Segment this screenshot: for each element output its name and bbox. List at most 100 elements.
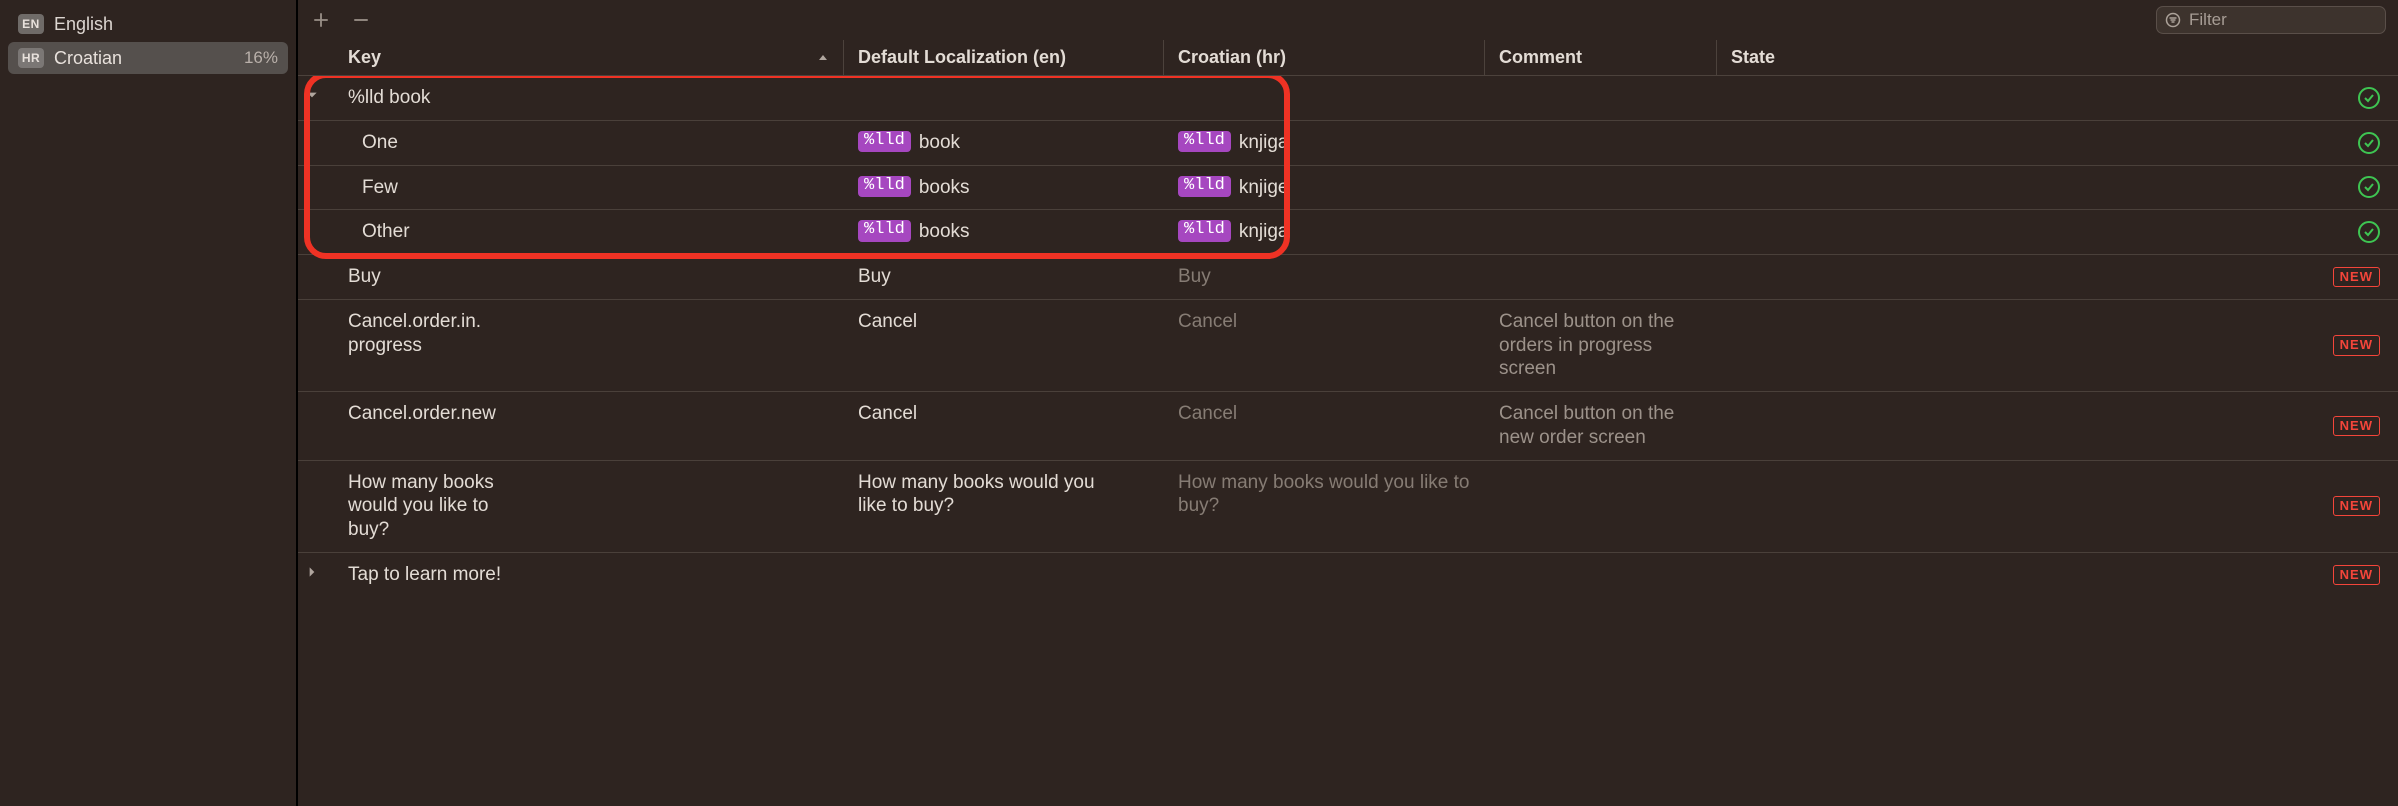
filter-icon: [2165, 12, 2181, 28]
table-row[interactable]: Cancel.order.in.progress Cancel Cancel C…: [298, 300, 2398, 392]
target-cell[interactable]: %lld knjiga: [1164, 210, 1485, 254]
format-token: %lld: [1178, 176, 1231, 198]
key-cell: Few: [334, 166, 844, 210]
format-token: %lld: [858, 176, 911, 198]
default-text: books: [919, 220, 970, 244]
table-row[interactable]: %lld book: [298, 76, 2398, 121]
key-cell: Cancel.order.in.progress: [334, 300, 504, 391]
plural-group: %lld book One: [298, 76, 2398, 255]
remove-button[interactable]: [350, 11, 372, 29]
comment-cell: [1485, 461, 1717, 552]
state-ok-icon: [2358, 221, 2380, 243]
table-row[interactable]: Cancel.order.new Cancel Cancel Cancel bu…: [298, 392, 2398, 461]
col-key[interactable]: Key: [334, 40, 844, 75]
key-text: Cancel.order.in.progress: [348, 310, 490, 358]
sidebar-item-label: Croatian: [54, 48, 244, 69]
target-text: knjiga: [1239, 220, 1289, 244]
table-header: Key Default Localization (en) Croatian (…: [298, 40, 2398, 76]
add-button[interactable]: [310, 11, 332, 29]
sidebar-item-label: English: [54, 14, 278, 35]
format-token: %lld: [858, 131, 911, 153]
col-label: Croatian (hr): [1178, 47, 1286, 68]
chevron-right-icon[interactable]: [305, 565, 321, 579]
format-token: %lld: [1178, 131, 1231, 153]
default-cell: %lld book: [844, 121, 1164, 165]
key-cell: Cancel.order.new: [334, 392, 844, 460]
key-text: Other: [362, 220, 410, 244]
key-cell: Buy: [334, 255, 844, 299]
state-new-badge: NEW: [2333, 335, 2380, 355]
table-body: %lld book One: [298, 76, 2398, 806]
state-new-badge: NEW: [2333, 416, 2380, 436]
app-root: EN English HR Croatian 16%: [0, 0, 2398, 806]
language-sidebar: EN English HR Croatian 16%: [0, 0, 298, 806]
default-cell: %lld books: [844, 210, 1164, 254]
filter-field[interactable]: [2156, 6, 2386, 34]
table-row[interactable]: One %lld book %lld knjiga: [298, 121, 2398, 166]
chevron-down-icon[interactable]: [305, 88, 321, 102]
sidebar-item-english[interactable]: EN English: [8, 8, 288, 40]
key-text: Tap to learn more!: [348, 563, 501, 587]
target-cell[interactable]: Cancel: [1164, 300, 1485, 391]
key-text: Cancel.order.new: [348, 402, 496, 426]
target-cell[interactable]: %lld knjige: [1164, 166, 1485, 210]
target-text: Buy: [1178, 265, 1211, 289]
lang-badge-en: EN: [18, 14, 44, 34]
col-label: State: [1731, 47, 1775, 68]
default-cell: How many books would you like to buy?: [844, 461, 1124, 552]
format-token: %lld: [858, 220, 911, 242]
state-new-badge: NEW: [2333, 267, 2380, 287]
key-cell: How many books would you like to buy?: [334, 461, 534, 552]
target-text: knjiga: [1239, 131, 1289, 155]
key-text: Buy: [348, 265, 381, 289]
table-row[interactable]: Other %lld books %lld knjiga: [298, 210, 2398, 255]
key-cell: Tap to learn more!: [334, 553, 844, 597]
target-text: How many books would you like to buy?: [1178, 471, 1471, 519]
default-cell: Cancel: [844, 392, 1164, 460]
state-new-badge: NEW: [2333, 565, 2380, 585]
filter-input[interactable]: [2189, 10, 2398, 30]
col-target[interactable]: Croatian (hr): [1164, 40, 1485, 75]
sidebar-item-croatian[interactable]: HR Croatian 16%: [8, 42, 288, 74]
lang-badge-hr: HR: [18, 48, 44, 68]
col-default[interactable]: Default Localization (en): [844, 40, 1164, 75]
target-text: knjige: [1239, 176, 1289, 200]
key-text: %lld book: [348, 86, 430, 110]
comment-cell: Cancel button on the new order screen: [1485, 392, 1717, 460]
target-cell[interactable]: How many books would you like to buy?: [1164, 461, 1485, 552]
comment-text: Cancel button on the new order screen: [1499, 402, 1703, 450]
col-label: Key: [348, 47, 381, 68]
table-row[interactable]: Few %lld books %lld knjige: [298, 166, 2398, 211]
table-row[interactable]: Buy Buy Buy NEW: [298, 255, 2398, 300]
default-text: How many books would you like to buy?: [858, 471, 1110, 519]
default-text: book: [919, 131, 960, 155]
main-pane: Key Default Localization (en) Croatian (…: [298, 0, 2398, 806]
state-ok-icon: [2358, 132, 2380, 154]
default-cell: Cancel: [844, 300, 1164, 391]
default-text: books: [919, 176, 970, 200]
target-cell[interactable]: %lld knjiga: [1164, 121, 1485, 165]
col-label: Default Localization (en): [858, 47, 1066, 68]
key-cell: One: [334, 121, 844, 165]
table-row[interactable]: How many books would you like to buy? Ho…: [298, 461, 2398, 553]
comment-cell: Cancel button on the orders in progress …: [1485, 300, 1717, 391]
target-text: Cancel: [1178, 402, 1237, 426]
state-new-badge: NEW: [2333, 496, 2380, 516]
key-cell: Other: [334, 210, 844, 254]
target-text: Cancel: [1178, 310, 1237, 334]
target-cell[interactable]: Cancel: [1164, 392, 1485, 460]
col-comment[interactable]: Comment: [1485, 40, 1717, 75]
sort-asc-icon: [817, 52, 829, 64]
col-label: Comment: [1499, 47, 1582, 68]
key-text: One: [362, 131, 398, 155]
default-cell: Buy: [844, 255, 1164, 299]
key-cell: %lld book: [334, 76, 844, 120]
format-token: %lld: [1178, 220, 1231, 242]
col-state[interactable]: State: [1717, 40, 2398, 75]
target-cell[interactable]: Buy: [1164, 255, 1485, 299]
comment-text: Cancel button on the orders in progress …: [1499, 310, 1703, 381]
table-row[interactable]: Tap to learn more! NEW: [298, 553, 2398, 597]
default-text: Cancel: [858, 402, 917, 426]
default-text: Buy: [858, 265, 891, 289]
default-text: Cancel: [858, 310, 917, 334]
